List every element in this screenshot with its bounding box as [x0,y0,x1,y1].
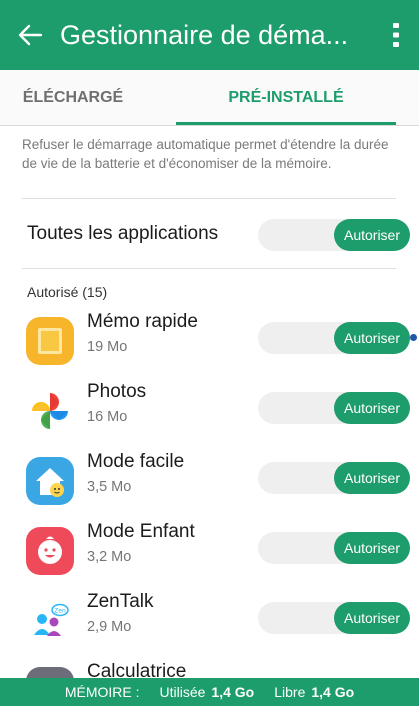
toggle-knob-label: Autoriser [334,322,410,354]
section-title: Autorisé (15) [27,284,108,300]
zentalk-icon: Zen [26,597,74,645]
tabs-divider [0,125,419,126]
used-value: 1,4 Go [211,684,255,700]
all-apps-label: Toutes les applications [27,223,219,244]
svg-text:Zen: Zen [54,608,66,615]
app-size: 16 Mo [87,409,128,425]
app-toggle[interactable]: Autoriser [258,532,410,564]
quick-memo-icon [26,317,74,365]
app-name: Photos [87,381,147,402]
back-button[interactable] [0,0,60,70]
photos-pinwheel-icon [26,387,74,435]
toggle-knob-label: Autoriser [334,392,410,424]
tab-preinstalled[interactable]: PRÉ-INSTALLÉ [176,70,396,126]
divider [22,198,396,199]
free-label: Libre [274,684,306,700]
more-vertical-icon [393,23,399,47]
kids-mode-face-icon [26,527,74,575]
easy-mode-house-icon [26,457,74,505]
toggle-knob-label: Autoriser [334,219,410,251]
description-text: Refuser le démarrage automatique permet … [22,137,389,171]
app-name: Mode facile [87,451,185,472]
divider [22,268,396,269]
tab-downloaded[interactable]: ÉLÉCHARGÉ [0,70,158,126]
list-item-kids-mode[interactable]: Mode Enfant 3,2 Mo Autoriser [0,515,419,585]
app-toggle[interactable]: Autoriser [258,322,410,354]
list-item-memo[interactable]: Mémo rapide 19 Mo Autoriser [0,305,419,375]
app-toggle[interactable]: Autoriser [258,462,410,494]
toggle-knob-label: Autoriser [334,462,410,494]
used-label: Utilisée [159,684,206,700]
app-toggle[interactable]: Autoriser [258,602,410,634]
app-size: 2,9 Mo [87,619,132,635]
memory-footer: MÉMOIRE : Utilisée 1,4 Go Libre 1,4 Go [0,678,419,706]
app-size: 3,2 Mo [87,549,132,565]
all-apps-toggle[interactable]: Autoriser [258,219,410,251]
app-name: ZenTalk [87,591,154,612]
memory-label: MÉMOIRE : [64,684,140,700]
app-size: 3,5 Mo [87,479,132,495]
tab-bar: ÉLÉCHARGÉ PRÉ-INSTALLÉ [0,70,419,126]
app-toggle[interactable]: Autoriser [258,392,410,424]
page-title: Gestionnaire de déma... [60,19,349,50]
arrow-left-icon [18,24,43,46]
free-value: 1,4 Go [311,684,355,700]
list-item-zentalk[interactable]: Zen ZenTalk 2,9 Mo Autoriser [0,585,419,655]
app-name: Mémo rapide [87,311,198,332]
list-item-easy-mode[interactable]: Mode facile 3,5 Mo Autoriser [0,445,419,515]
app-size: 19 Mo [87,339,128,355]
toggle-knob-label: Autoriser [334,532,410,564]
app-name: Mode Enfant [87,521,195,542]
list-item-photos[interactable]: Photos 16 Mo Autoriser [0,375,419,445]
more-options-button[interactable] [373,0,419,70]
scroll-indicator-dot [410,334,417,341]
app-bar: Gestionnaire de déma... [0,0,419,70]
toggle-knob-label: Autoriser [334,602,410,634]
